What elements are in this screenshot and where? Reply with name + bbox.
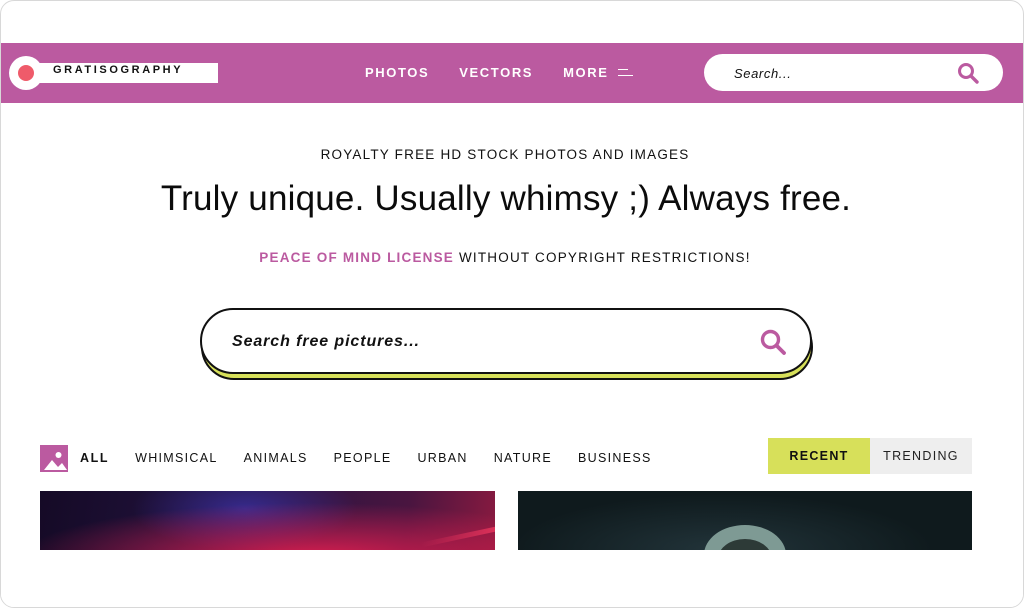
search-icon (760, 329, 786, 355)
category-tabs: ALL WHIMSICAL ANIMALS PEOPLE URBAN NATUR… (80, 451, 678, 465)
light-streak (420, 519, 495, 548)
nav-search-button[interactable] (956, 61, 980, 85)
main-search-box (200, 308, 812, 374)
menu-icon (618, 68, 634, 78)
nav-links: PHOTOS VECTORS MORE (365, 65, 663, 80)
search-icon (958, 63, 979, 84)
logo-wordmark: GRATISOGRAPHY (53, 64, 184, 76)
category-whimsical[interactable]: WHIMSICAL (135, 451, 218, 465)
category-nature[interactable]: NATURE (494, 451, 552, 465)
sort-trending-button[interactable]: TRENDING (870, 438, 972, 474)
logo-dot-icon (18, 65, 34, 81)
nav-link-vectors[interactable]: VECTORS (459, 65, 533, 80)
license-link[interactable]: PEACE OF MIND LICENSE (259, 250, 454, 265)
category-urban[interactable]: URBAN (417, 451, 467, 465)
hero-title: Truly unique. Usually whimsy ;) Always f… (160, 179, 852, 218)
logo-circle (9, 56, 43, 90)
site-logo[interactable]: GRATISOGRAPHY (9, 56, 218, 90)
top-navbar: GRATISOGRAPHY PHOTOS VECTORS MORE (1, 43, 1023, 103)
photo-thumbnail[interactable] (518, 491, 972, 550)
category-animals[interactable]: ANIMALS (244, 451, 308, 465)
category-business[interactable]: BUSINESS (578, 451, 652, 465)
hero-kicker: ROYALTY FREE HD STOCK PHOTOS AND IMAGES (320, 147, 690, 162)
category-all[interactable]: ALL (80, 451, 109, 465)
nav-link-more-label: MORE (563, 65, 609, 80)
nav-search-box (704, 54, 1003, 91)
photo-thumbnail[interactable] (40, 491, 495, 550)
nav-search-input[interactable] (734, 63, 954, 83)
sort-toggle: RECENT TRENDING (768, 438, 972, 474)
image-icon (40, 445, 68, 472)
nav-link-more[interactable]: MORE (563, 65, 634, 80)
main-search-button[interactable] (758, 327, 788, 357)
image-icon-glyph (44, 452, 67, 470)
page-frame: GRATISOGRAPHY PHOTOS VECTORS MORE ROYALT… (0, 0, 1024, 608)
page-bottom (1, 550, 1023, 607)
category-people[interactable]: PEOPLE (334, 451, 392, 465)
hero-license-line: PEACE OF MIND LICENSE WITHOUT COPYRIGHT … (1, 250, 1009, 265)
main-search-input[interactable] (232, 330, 732, 354)
nav-link-photos[interactable]: PHOTOS (365, 65, 429, 80)
license-text: WITHOUT COPYRIGHT RESTRICTIONS! (454, 250, 751, 265)
sort-recent-button[interactable]: RECENT (768, 438, 870, 474)
